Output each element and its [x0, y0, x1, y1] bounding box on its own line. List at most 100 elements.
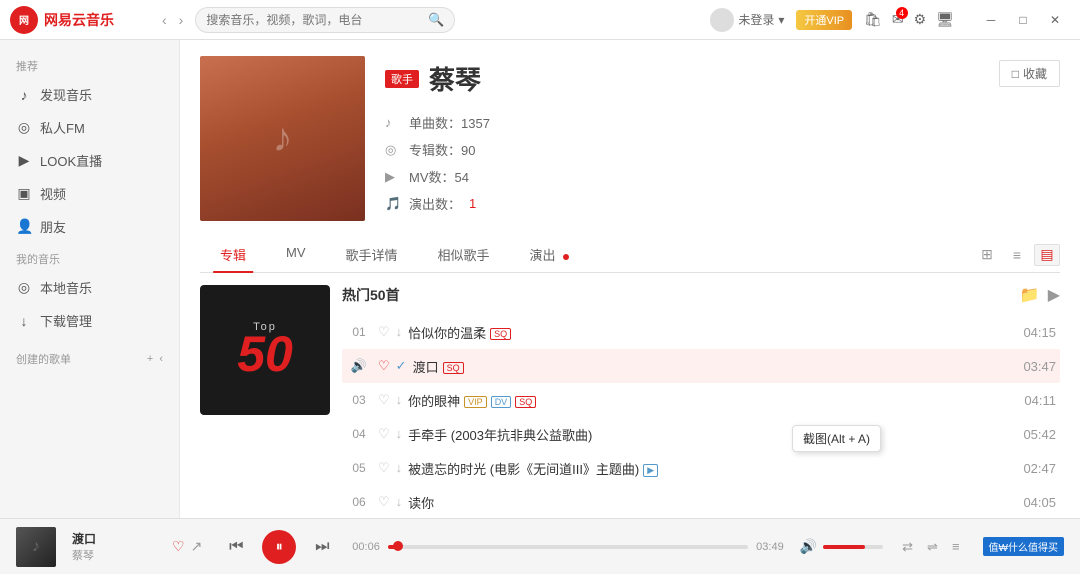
like-icon[interactable]: ♡	[378, 324, 390, 340]
tab-similar-artists[interactable]: 相似歌手	[418, 237, 510, 272]
app-logo: 网 网易云音乐	[10, 6, 150, 34]
next-button[interactable]: ⏭	[308, 533, 336, 561]
top50-cover[interactable]: Top 50	[200, 285, 330, 415]
tab-artist-detail[interactable]: 歌手详情	[326, 237, 418, 272]
grid-view-button[interactable]: ⊞	[974, 244, 1000, 266]
look-icon: ▶	[16, 152, 32, 169]
stat-shows-label: 演出数：	[409, 194, 461, 213]
detail-view-button[interactable]: ▤	[1034, 244, 1060, 266]
song-name[interactable]: 读你	[408, 493, 1008, 512]
dv-tag: DV	[491, 396, 512, 408]
user-dropdown-icon[interactable]: ▾	[778, 13, 784, 27]
close-button[interactable]: ✕	[1040, 8, 1070, 32]
player-share-icon[interactable]: ↗	[191, 538, 203, 555]
song-actions: ♡ ↓	[378, 426, 402, 442]
sidebar-item-local[interactable]: ◎ 本地音乐	[0, 271, 179, 304]
song-actions: ♡ ✓	[378, 358, 407, 374]
settings-icon[interactable]: ⚙	[914, 11, 927, 28]
download-song-icon[interactable]: ↓	[396, 324, 403, 340]
user-label[interactable]: 未登录	[738, 11, 774, 28]
like-icon-active[interactable]: ♡	[378, 358, 390, 374]
sidebar-item-fm[interactable]: ◎ 私人FM	[0, 111, 179, 144]
folder-icon[interactable]: 📁	[1020, 285, 1040, 305]
topbar-icons: 🛍 ✉ 4 ⚙ 🖥	[864, 11, 954, 28]
sidebar-item-friends[interactable]: 👤 朋友	[0, 210, 179, 243]
main-area: 推荐 ♪ 发现音乐 ◎ 私人FM ▶ LOOK直播 ▣ 视频 👤 朋友 我的音乐…	[0, 40, 1080, 518]
volume-bar[interactable]	[823, 545, 883, 549]
show-icon: 🎵	[385, 196, 401, 212]
song-actions: ♡ ↓	[378, 494, 402, 510]
download-song-icon[interactable]: ↓	[396, 494, 403, 510]
tab-shows[interactable]: 演出	[510, 237, 590, 272]
vip-button[interactable]: 开通VIP	[796, 10, 852, 30]
stat-shows-link[interactable]: 1	[469, 196, 476, 211]
album-icon: ◎	[385, 142, 401, 158]
song-row: 01 ♡ ↓ 恰似你的温柔SQ 04:15	[342, 315, 1060, 349]
search-input[interactable]	[206, 13, 428, 27]
maximize-button[interactable]: □	[1008, 8, 1038, 32]
volume-icon[interactable]: 🔊	[800, 538, 817, 555]
song-name[interactable]: 你的眼神VIPDVSQ	[408, 391, 1008, 410]
like-icon[interactable]: ♡	[378, 426, 390, 442]
song-name[interactable]: 被遗忘的时光 (电影《无间道III》主题曲)▶	[408, 459, 1008, 478]
playlist-icon[interactable]: ≡	[949, 536, 963, 557]
skin-icon[interactable]: 🖥	[936, 11, 954, 28]
notification-icon[interactable]: ✉ 4	[892, 11, 904, 28]
song-row: 06 ♡ ↓ 读你 04:05	[342, 485, 1060, 518]
progress-bar[interactable]	[388, 545, 748, 549]
add-playlist-button[interactable]: +	[147, 353, 153, 365]
view-controls: ⊞ ≡ ▤	[974, 237, 1060, 272]
song-duration: 02:47	[1008, 461, 1056, 476]
loop-icon[interactable]: ⇄	[899, 536, 916, 558]
play-all-icon[interactable]: ▶	[1048, 285, 1060, 305]
artist-type-badge: 歌手	[385, 70, 419, 88]
like-icon[interactable]: ♡	[378, 494, 390, 510]
search-bar[interactable]: 🔍	[195, 7, 455, 33]
like-icon[interactable]: ♡	[378, 460, 390, 476]
playlist-actions: + ‹	[147, 353, 163, 365]
back-btn[interactable]: ‹	[158, 10, 171, 30]
shuffle-icon[interactable]: ⇌	[924, 536, 941, 558]
collapse-playlist-button[interactable]: ‹	[159, 353, 163, 365]
collect-button[interactable]: □ 收藏	[999, 60, 1060, 87]
download-icon: ↓	[16, 313, 32, 329]
like-icon[interactable]: ♡	[378, 392, 390, 408]
player-bar: ♪ 渡口 蔡琴 ♡ ↗ ⏮ ⏸ ⏭ 00:06 03:49 🔊 ⇄ ⇌ ≡ 值₩…	[0, 518, 1080, 574]
song-name[interactable]: 恰似你的温柔SQ	[408, 323, 1008, 342]
taskbar-text: 值₩什么值得买	[989, 539, 1058, 554]
download-song-icon[interactable]: ↓	[396, 392, 403, 408]
player-artist: 蔡琴	[72, 547, 152, 563]
sidebar-item-discover[interactable]: ♪ 发现音乐	[0, 78, 179, 111]
forward-btn[interactable]: ›	[175, 10, 188, 30]
download-song-icon[interactable]: ↓	[396, 460, 403, 476]
sidebar-item-download[interactable]: ↓ 下载管理	[0, 304, 179, 337]
sidebar-item-look[interactable]: ▶ LOOK直播	[0, 144, 179, 177]
stat-albums: ◎ 专辑数：90	[385, 140, 490, 159]
artist-photo: ♪	[200, 56, 365, 221]
screenshot-tooltip: 截图(Alt + A)	[792, 425, 881, 452]
stat-albums-value: 专辑数：90	[409, 140, 475, 159]
sidebar-item-video[interactable]: ▣ 视频	[0, 177, 179, 210]
song-name[interactable]: 渡口SQ	[413, 357, 1008, 376]
tab-albums[interactable]: 专辑	[200, 237, 266, 272]
sidebar-label-local: 本地音乐	[40, 278, 92, 297]
topbar-right: 未登录 ▾ 开通VIP 🛍 ✉ 4 ⚙ 🖥 ─ □ ✕	[710, 8, 1070, 32]
sidebar: 推荐 ♪ 发现音乐 ◎ 私人FM ▶ LOOK直播 ▣ 视频 👤 朋友 我的音乐…	[0, 40, 180, 518]
hotlist-title: 热门50首	[342, 285, 400, 305]
mv-tag: ▶	[643, 464, 658, 477]
song-number: 04	[346, 427, 372, 441]
download-song-icon[interactable]: ↓	[396, 426, 403, 442]
search-icon[interactable]: 🔍	[428, 12, 444, 28]
sq-tag: SQ	[490, 328, 511, 340]
player-cover: ♪	[16, 527, 56, 567]
song-number: 🔊	[346, 358, 372, 374]
bag-icon[interactable]: 🛍	[864, 11, 882, 28]
song-name[interactable]: 手牵手 (2003年抗非典公益歌曲)	[408, 425, 1008, 444]
user-area[interactable]: 未登录 ▾	[710, 8, 784, 32]
list-view-button[interactable]: ≡	[1004, 244, 1030, 266]
player-like-icon[interactable]: ♡	[172, 538, 185, 555]
play-pause-button[interactable]: ⏸	[262, 530, 296, 564]
minimize-button[interactable]: ─	[976, 8, 1006, 32]
tab-mv[interactable]: MV	[266, 237, 326, 272]
prev-button[interactable]: ⏮	[222, 533, 250, 561]
